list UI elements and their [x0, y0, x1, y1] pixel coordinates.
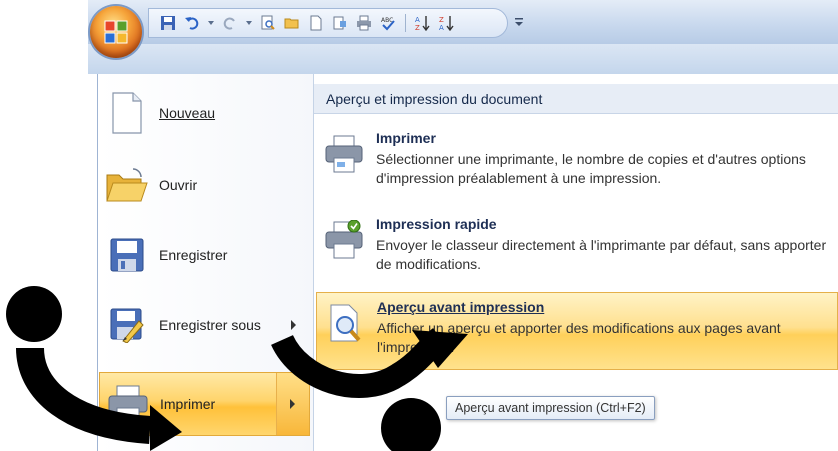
submenu-item-description: Sélectionner une imprimante, le nombre d…	[376, 151, 806, 186]
print-preview-icon[interactable]	[259, 14, 277, 32]
menu-item-label: Nouveau	[159, 105, 216, 121]
submenu-item-impression-rapide[interactable]: Impression rapide Envoyer le classeur di…	[316, 210, 838, 288]
submenu-header: Aperçu et impression du document	[314, 84, 838, 114]
save-as-icon	[105, 303, 149, 347]
svg-text:Z: Z	[439, 16, 444, 24]
annotation-dot	[6, 286, 62, 342]
submenu-item-description: Envoyer le classeur directement à l'impr…	[376, 237, 827, 272]
svg-text:Z: Z	[415, 24, 420, 31]
sort-ascending-icon[interactable]: AZ	[414, 14, 432, 32]
svg-text:A: A	[415, 16, 420, 24]
sort-descending-icon[interactable]: ZA	[438, 14, 456, 32]
menu-item-ouvrir[interactable]: Ouvrir	[99, 154, 310, 216]
menu-item-nouveau[interactable]: Nouveau	[99, 82, 310, 144]
printer-icon	[325, 135, 363, 173]
svg-text:A: A	[439, 24, 444, 31]
submenu-arrow-icon	[291, 320, 296, 330]
menu-item-enregistrer-sous[interactable]: Enregistrer sous	[99, 294, 310, 356]
menu-item-label: Imprimer	[160, 396, 216, 412]
open-folder-icon[interactable]	[283, 14, 301, 32]
quick-access-toolbar: ABC AZ ZA	[148, 8, 508, 38]
submenu-item-title: Impression rapide	[376, 216, 497, 232]
submenu-item-description: Afficher un aperçu et apporter des modif…	[377, 320, 781, 355]
submenu-arrow-icon	[290, 399, 295, 409]
submenu-item-title: Aperçu avant impression	[377, 299, 545, 315]
submenu-item-apercu-avant-impression[interactable]: Aperçu avant impression Afficher un aper…	[316, 292, 838, 370]
menu-item-label: Enregistrer sous	[159, 317, 261, 333]
redo-dropdown-icon[interactable]	[245, 14, 253, 32]
spelling-icon[interactable]: ABC	[379, 14, 397, 32]
office-logo-icon	[104, 20, 128, 44]
submenu-item-imprimer[interactable]: Imprimer Sélectionner une imprimante, le…	[316, 124, 838, 202]
menu-item-label: Ouvrir	[159, 177, 198, 193]
submenu-item-title: Imprimer	[376, 130, 436, 146]
ribbon-strip	[88, 44, 838, 74]
menu-item-enregistrer[interactable]: Enregistrer	[99, 224, 310, 286]
new-document-icon[interactable]	[307, 14, 325, 32]
menu-item-label: Enregistrer	[159, 247, 228, 263]
print-preview-icon	[330, 304, 361, 342]
separator	[405, 14, 406, 32]
undo-icon[interactable]	[183, 14, 201, 32]
undo-dropdown-icon[interactable]	[207, 14, 215, 32]
printer-icon	[106, 382, 150, 426]
quick-print-icon	[325, 220, 363, 259]
quick-print-icon[interactable]	[355, 14, 373, 32]
save-icon	[105, 233, 149, 277]
save-icon[interactable]	[159, 14, 177, 32]
new-document-icon	[105, 91, 149, 135]
open-folder-icon	[105, 163, 149, 207]
customize-toolbar-icon[interactable]	[512, 14, 526, 30]
tooltip: Aperçu avant impression (Ctrl+F2)	[446, 396, 655, 420]
publish-icon[interactable]	[331, 14, 349, 32]
menu-item-imprimer[interactable]: Imprimer	[99, 372, 310, 436]
redo-icon[interactable]	[221, 14, 239, 32]
